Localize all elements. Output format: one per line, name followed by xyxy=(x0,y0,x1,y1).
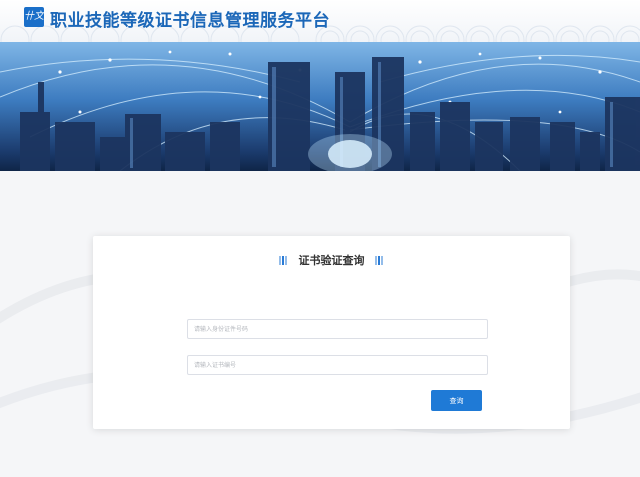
city-skyline-image xyxy=(0,50,640,171)
title-left-bars-icon xyxy=(279,256,288,265)
city-network-banner xyxy=(0,42,640,171)
certificate-number-input[interactable] xyxy=(187,355,488,375)
site-header: 卄文 职业技能等级证书信息管理服务平台 xyxy=(0,0,640,42)
title-right-bars-icon xyxy=(374,256,384,265)
platform-logo-icon[interactable]: 卄文 xyxy=(24,7,44,27)
card-title: 证书验证查询 xyxy=(298,253,365,267)
certificate-query-card: 证书验证查询 查询 xyxy=(93,236,570,429)
id-number-input[interactable] xyxy=(187,319,488,339)
card-title-row: 证书验证查询 xyxy=(93,250,570,268)
site-title: 职业技能等级证书信息管理服务平台 xyxy=(50,11,330,31)
query-button[interactable]: 查询 xyxy=(431,390,482,411)
